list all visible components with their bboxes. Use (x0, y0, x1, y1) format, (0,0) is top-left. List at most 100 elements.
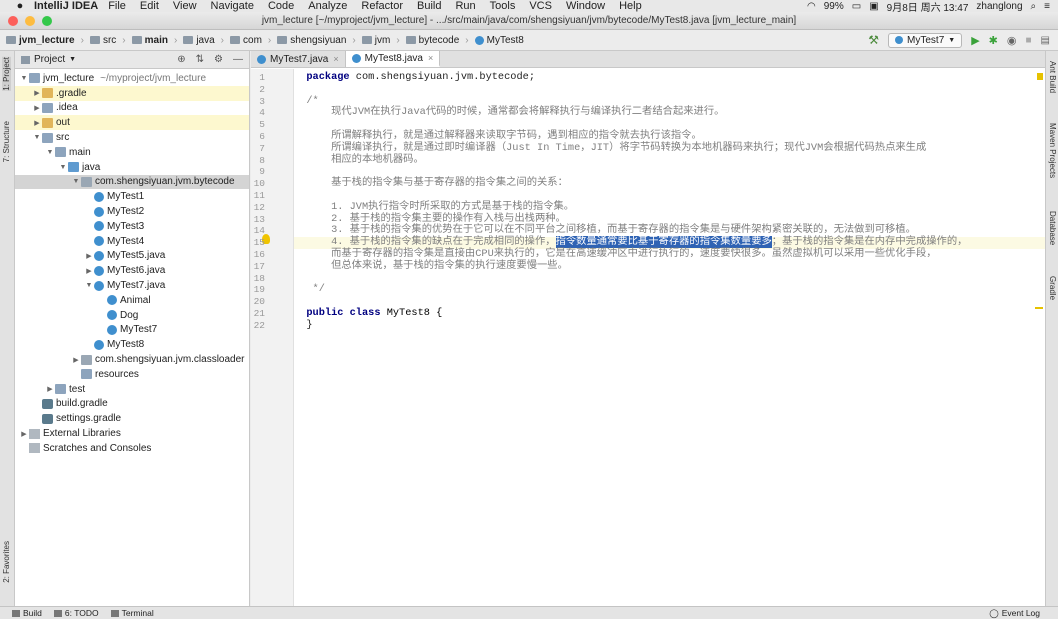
editor-tab[interactable]: MyTest7.java × (251, 51, 346, 67)
expand-arrow-icon[interactable]: ▼ (58, 164, 68, 171)
coverage-icon[interactable]: ◉ (1007, 34, 1017, 47)
zoom-window-button[interactable] (42, 15, 52, 26)
close-window-button[interactable] (8, 15, 18, 26)
menu-run[interactable]: Run (455, 0, 475, 12)
terminal-tool-button[interactable]: Terminal (110, 608, 154, 618)
expand-arrow-icon[interactable]: ▶ (84, 267, 94, 275)
tab-ant-build[interactable]: Ant Build (1048, 61, 1057, 93)
tree-item[interactable]: Dog (15, 308, 249, 323)
tree-item[interactable]: MyTest2 (15, 204, 249, 219)
close-icon[interactable]: × (333, 54, 338, 64)
tree-item[interactable]: resources (15, 367, 249, 382)
expand-arrow-icon[interactable]: ▼ (45, 149, 55, 156)
expand-arrow-icon[interactable]: ▶ (71, 356, 81, 364)
menu-view[interactable]: View (173, 0, 197, 12)
expand-arrow-icon[interactable]: ▼ (84, 282, 94, 289)
code-line[interactable]: public class MyTest8 { (294, 307, 1045, 320)
editor-tab[interactable]: MyTest8.java × (345, 51, 441, 67)
tree-item[interactable]: Scratches and Consoles (15, 441, 249, 456)
scroll-marker[interactable] (1035, 307, 1043, 309)
tree-item[interactable]: settings.gradle (15, 411, 249, 426)
expand-arrow-icon[interactable]: ▶ (32, 104, 42, 112)
tab-maven-projects[interactable]: Maven Projects (1048, 123, 1057, 178)
expand-arrow-icon[interactable]: ▶ (19, 430, 29, 438)
build-tool-button[interactable]: Build (12, 608, 42, 618)
tab-structure[interactable]: 7: Structure (2, 121, 11, 162)
menu-window[interactable]: Window (566, 0, 605, 12)
tree-item[interactable]: ▼ main (15, 145, 249, 160)
tree-item[interactable]: MyTest3 (15, 219, 249, 234)
clock[interactable]: 9月8日 周六 13:47 (887, 0, 969, 13)
tree-item[interactable]: ▶ MyTest6.java (15, 263, 249, 278)
breadcrumb-item[interactable]: bytecode › (405, 35, 469, 46)
tab-project[interactable]: 1: Project (2, 57, 11, 91)
tree-item[interactable]: ▼ jvm_lecture ~/myproject/jvm_lecture (15, 71, 249, 86)
menu-build[interactable]: Build (417, 0, 441, 12)
scroll-from-source-icon[interactable]: ⊕ (177, 54, 185, 65)
stop-icon[interactable]: ■ (1026, 35, 1032, 46)
tree-item[interactable]: ▶ test (15, 382, 249, 397)
expand-arrow-icon[interactable]: ▶ (84, 252, 94, 260)
menu-tools[interactable]: Tools (490, 0, 516, 12)
menu-code[interactable]: Code (268, 0, 294, 12)
battery-text[interactable]: 99% (824, 1, 844, 12)
code-line[interactable]: 相应的本地机器码。 (294, 154, 1045, 167)
expand-arrow-icon[interactable]: ▶ (32, 89, 42, 97)
tree-item[interactable]: MyTest4 (15, 234, 249, 249)
gear-icon[interactable]: ⚙ (214, 54, 223, 65)
minimize-window-button[interactable] (25, 15, 35, 26)
tree-item[interactable]: Animal (15, 293, 249, 308)
tree-item[interactable]: ▼ com.shengsiyuan.jvm.bytecode (15, 174, 249, 190)
breadcrumb-item[interactable]: main › (131, 35, 177, 46)
breadcrumb-item[interactable]: MyTest8 (474, 35, 524, 46)
breadcrumb-item[interactable]: com › (230, 35, 271, 46)
tab-database[interactable]: Database (1048, 211, 1057, 245)
tree-item[interactable]: ▶ .gradle (15, 85, 249, 101)
tree-item[interactable]: ▼ MyTest7.java (15, 278, 249, 293)
expand-arrow-icon[interactable]: ▶ (45, 385, 55, 393)
code-line[interactable]: } (294, 319, 1045, 332)
hide-panel-icon[interactable]: — (233, 54, 243, 65)
menu-refactor[interactable]: Refactor (361, 0, 403, 12)
tree-item[interactable]: ▼ src (15, 130, 249, 145)
code-line[interactable]: 基于栈的指令集与基于寄存器的指令集之间的关系： (294, 177, 1045, 190)
tree-item[interactable]: MyTest7 (15, 323, 249, 338)
code-line[interactable] (294, 273, 1045, 285)
code-line[interactable]: 但总体来说，基于栈的指令集的执行速度要慢一些。 (294, 260, 1045, 273)
user-name[interactable]: zhanglong (976, 1, 1022, 12)
tab-gradle[interactable]: Gradle (1048, 276, 1057, 300)
tree-item[interactable]: ▶ com.shengsiyuan.jvm.classloader (15, 352, 249, 367)
code-line[interactable]: 现代JVM在执行Java代码的时候，通常都会将解释执行与编译执行二者结合起来进行… (294, 106, 1045, 119)
tree-item[interactable]: ▶ .idea (15, 101, 249, 116)
todo-tool-button[interactable]: 6: TODO (53, 608, 99, 618)
breadcrumb-item[interactable]: shengsiyuan › (277, 35, 356, 46)
tree-item[interactable]: ▶ out (15, 115, 249, 131)
project-view-select[interactable]: Project ▼ (21, 54, 76, 65)
menu-help[interactable]: Help (619, 0, 642, 12)
menu-list-icon[interactable]: ≡ (1044, 1, 1050, 12)
run-icon[interactable]: ▶ (971, 34, 979, 47)
flag-icon[interactable]: ▣ (869, 1, 878, 12)
menu-file[interactable]: File (108, 0, 126, 12)
tree-item[interactable]: build.gradle (15, 397, 249, 412)
expand-arrow-icon[interactable]: ▼ (71, 178, 81, 185)
tree-item[interactable]: MyTest8 (15, 337, 249, 352)
debug-icon[interactable]: ✱ (989, 34, 998, 47)
code-line[interactable]: package com.shengsiyuan.jvm.bytecode; (294, 71, 1045, 84)
expand-arrow-icon[interactable]: ▶ (32, 119, 42, 127)
tab-favorites[interactable]: 2: Favorites (2, 541, 11, 583)
event-log-button[interactable]: ◯ Event Log (989, 608, 1058, 619)
app-menu[interactable]: IntelliJ IDEA (34, 0, 98, 12)
menu-edit[interactable]: Edit (140, 0, 159, 12)
menu-analyze[interactable]: Analyze (308, 0, 347, 12)
menu-vcs[interactable]: VCS (529, 0, 552, 12)
collapse-all-icon[interactable]: ⇅ (196, 54, 204, 65)
code-line[interactable] (294, 84, 1045, 96)
tree-item[interactable]: MyTest1 (15, 189, 249, 204)
project-structure-icon[interactable]: ▤ (1041, 35, 1050, 46)
tree-item[interactable]: ▶ MyTest5.java (15, 249, 249, 264)
breadcrumb-item[interactable]: src › (89, 35, 126, 46)
battery-icon[interactable]: ▭ (852, 1, 861, 12)
breadcrumb-item[interactable]: jvm_lecture › (6, 35, 84, 46)
wifi-icon[interactable]: ◠ (807, 1, 816, 12)
